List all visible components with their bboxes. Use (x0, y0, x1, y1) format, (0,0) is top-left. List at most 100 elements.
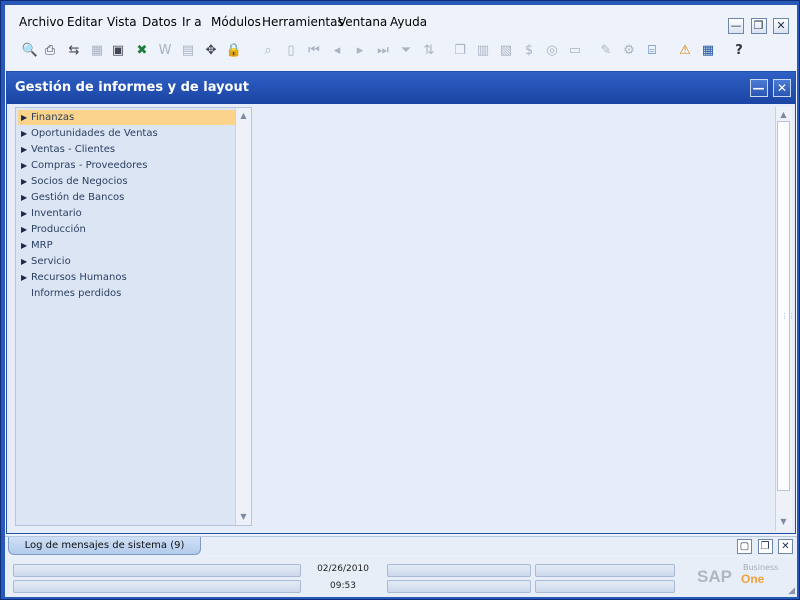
form-close-button[interactable]: ✕ (773, 79, 791, 97)
log-close-button[interactable]: ✕ (778, 539, 793, 554)
menu-bar: Archivo Editar Vista Datos Ir a Módulos … (5, 9, 797, 35)
sap-business-one-logo: SAP Business One (697, 563, 787, 591)
settings-icon[interactable]: ⚙ (620, 42, 638, 60)
query-icon[interactable]: ⌸ (643, 42, 661, 60)
resize-grip-icon[interactable]: ◢ (788, 586, 795, 596)
tree-item-recursos-humanos[interactable]: ▶ Recursos Humanos (18, 270, 236, 285)
base-document-icon[interactable]: ▥ (474, 42, 492, 60)
first-record-icon[interactable]: ⏮ (305, 42, 323, 60)
scroll-thumb[interactable]: ⋮⋮ (777, 121, 795, 491)
calculator-icon[interactable]: ▦ (88, 42, 106, 60)
scroll-down-icon[interactable]: ▼ (238, 511, 249, 522)
target-document-icon[interactable]: ▧ (497, 42, 515, 60)
edit-icon[interactable]: ✎ (597, 42, 615, 60)
word-icon[interactable]: W (156, 42, 174, 60)
logo-one: One (741, 572, 765, 586)
content-scrollbar[interactable]: ▲ ⋮⋮ ▼ (775, 107, 795, 531)
menu-vista[interactable]: Vista (107, 15, 137, 29)
report-tree: ▶ Finanzas ▶ Oportunidades de Ventas ▶ V… (15, 107, 252, 526)
payment-means-icon[interactable]: ◎ (543, 42, 561, 60)
add-icon[interactable]: ▯ (282, 42, 300, 60)
tree-item-ventas[interactable]: ▶ Ventas - Clientes (18, 142, 236, 157)
open-icon[interactable]: ▣ (109, 42, 127, 60)
scroll-up-icon[interactable]: ▲ (778, 109, 789, 120)
report-layout-manager-window: Gestión de informes y de layout — ✕ ▶ Fi… (6, 71, 796, 534)
excel-icon[interactable]: ✖ (133, 42, 151, 60)
menu-datos[interactable]: Datos (142, 15, 177, 29)
status-bar: 02/26/2010 09:53 SAP Business One ◢ (5, 557, 797, 597)
previous-record-icon[interactable]: ◂ (328, 42, 346, 60)
expand-arrow-icon[interactable]: ▶ (21, 142, 27, 157)
close-button[interactable]: ✕ (773, 18, 789, 34)
expand-arrow-icon[interactable]: ▶ (21, 270, 27, 285)
menu-modulos[interactable]: Módulos (211, 15, 261, 29)
tree-item-informes-perdidos[interactable]: Informes perdidos (18, 286, 236, 301)
system-message-log-tab[interactable]: Log de mensajes de sistema (9) (8, 537, 201, 555)
find-icon[interactable]: ⌕ (259, 42, 277, 60)
tree-item-socios[interactable]: ▶ Socios de Negocios (18, 174, 236, 189)
form-title-bar[interactable]: Gestión de informes y de layout — ✕ (7, 72, 795, 104)
lock-icon[interactable]: 🔒 (225, 42, 243, 60)
logo-brand: SAP (697, 567, 732, 586)
expand-arrow-icon[interactable]: ▶ (21, 222, 27, 237)
tree-scrollbar[interactable]: ▲ ▼ (235, 108, 251, 525)
logo-business: Business (743, 563, 779, 572)
expand-arrow-icon[interactable]: ▶ (21, 254, 27, 269)
application-window: Archivo Editar Vista Datos Ir a Módulos … (5, 5, 797, 597)
tree-item-servicio[interactable]: ▶ Servicio (18, 254, 236, 269)
pdf-icon[interactable]: ▤ (179, 42, 197, 60)
log-maximize-button[interactable]: ▢ (737, 539, 752, 554)
menu-ventana[interactable]: Ventana (338, 15, 387, 29)
scroll-up-icon[interactable]: ▲ (238, 110, 249, 121)
form-controls: — ✕ (748, 79, 791, 97)
print-icon[interactable]: ⎙ (41, 42, 59, 60)
tree-item-inventario[interactable]: ▶ Inventario (18, 206, 236, 221)
status-field (13, 580, 301, 593)
calendar-icon[interactable]: ▦ (699, 42, 717, 60)
minimize-button[interactable]: — (728, 18, 744, 34)
restore-button[interactable]: ❐ (750, 18, 767, 34)
alert-icon[interactable]: ⚠ (676, 42, 694, 60)
expand-arrow-icon[interactable]: ▶ (21, 158, 27, 173)
expand-arrow-icon[interactable]: ▶ (21, 190, 27, 205)
tree-item-finanzas[interactable]: ▶ Finanzas (18, 110, 236, 125)
status-field (387, 580, 531, 593)
help-icon[interactable]: ? (730, 42, 748, 60)
expand-arrow-icon[interactable]: ▶ (21, 206, 27, 221)
status-date: 02/26/2010 (317, 564, 369, 574)
next-record-icon[interactable]: ▸ (351, 42, 369, 60)
tree-item-produccion[interactable]: ▶ Producción (18, 222, 236, 237)
tree-item-mrp[interactable]: ▶ MRP (18, 238, 236, 253)
payment-icon[interactable]: $ (520, 42, 538, 60)
expand-arrow-icon[interactable]: ▶ (21, 174, 27, 189)
grip-icon: ⋮⋮ (781, 312, 795, 320)
status-field (535, 580, 675, 593)
toolbar: 🔍 ⎙ ⇆ ▦ ▣ ✖ W ▤ ✥ 🔒 ⌕ ▯ ⏮ ◂ ▸ ⏭ ⏷ ⇅ ❐ ▥ … (5, 37, 797, 65)
menu-herramientas[interactable]: Herramientas (262, 15, 344, 29)
menu-ir-a[interactable]: Ir a (182, 15, 202, 29)
status-time: 09:53 (330, 581, 356, 591)
status-field (387, 564, 531, 577)
last-record-icon[interactable]: ⏭ (374, 42, 392, 60)
refresh-icon[interactable]: ⇆ (65, 42, 83, 60)
log-restore-button[interactable]: ❐ (757, 539, 773, 554)
move-icon[interactable]: ✥ (202, 42, 220, 60)
filter-icon[interactable]: ⏷ (397, 42, 415, 60)
tree-item-compras[interactable]: ▶ Compras - Proveedores (18, 158, 236, 173)
messages-icon[interactable]: ▭ (566, 42, 584, 60)
copy-document-icon[interactable]: ❐ (451, 42, 469, 60)
scroll-down-icon[interactable]: ▼ (778, 516, 789, 527)
menu-ayuda[interactable]: Ayuda (390, 15, 427, 29)
menu-editar[interactable]: Editar (67, 15, 103, 29)
print-preview-icon[interactable]: 🔍 (21, 42, 39, 60)
expand-arrow-icon[interactable]: ▶ (21, 110, 27, 125)
expand-arrow-icon[interactable]: ▶ (21, 238, 27, 253)
log-controls: ▢ ❐ ✕ (735, 539, 793, 554)
tree-item-oportunidades[interactable]: ▶ Oportunidades de Ventas (18, 126, 236, 141)
window-controls: — ❐ ✕ (725, 18, 789, 34)
menu-archivo[interactable]: Archivo (19, 15, 64, 29)
expand-arrow-icon[interactable]: ▶ (21, 126, 27, 141)
tree-item-bancos[interactable]: ▶ Gestión de Bancos (18, 190, 236, 205)
form-minimize-button[interactable]: — (749, 79, 768, 97)
sort-icon[interactable]: ⇅ (420, 42, 438, 60)
